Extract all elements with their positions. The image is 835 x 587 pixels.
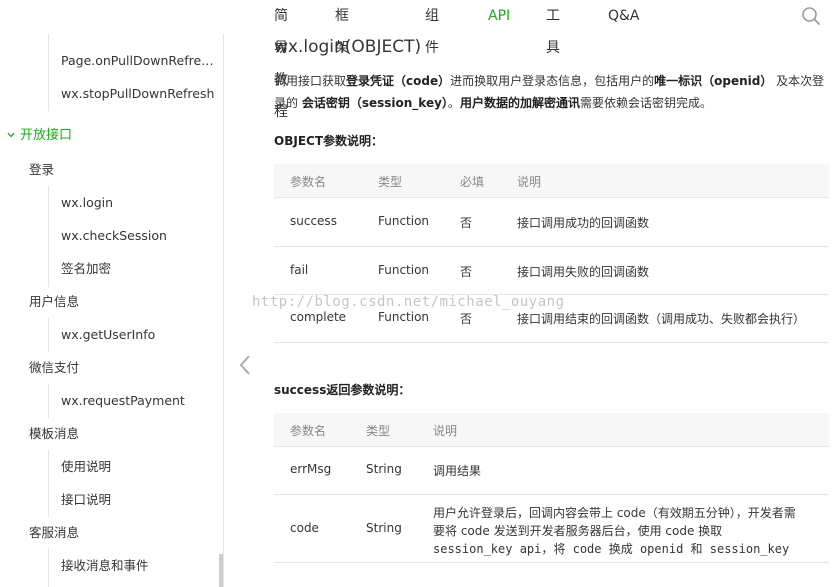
param-name: success xyxy=(290,214,337,228)
param-type: Function xyxy=(378,214,430,228)
object-params-table: 参数名 类型 必填 说明 success Function 否 接口调用成功的回… xyxy=(274,164,829,344)
param-type: String xyxy=(366,521,402,535)
param-desc-line: 要将 code 发送到开发者服务器后台，使用 code 换取 xyxy=(433,524,723,538)
header-cell: 参数名 xyxy=(290,424,327,438)
param-type: Function xyxy=(378,263,430,277)
sidebar-item-login[interactable]: 登录 xyxy=(0,153,223,186)
sidebar-item-label: wx.login xyxy=(61,195,114,210)
sidebar-item-wx-checksession[interactable]: wx.checkSession xyxy=(0,219,223,252)
sidebar-item-open-api[interactable]: 开放接口 xyxy=(0,119,223,152)
object-params-heading: OBJECT参数说明： xyxy=(274,134,384,148)
param-required: 否 xyxy=(460,312,473,326)
sidebar-item-receive-messages[interactable]: 接收消息和事件 xyxy=(0,549,223,582)
sidebar-item-label: 接收消息和事件 xyxy=(61,558,149,573)
param-name: fail xyxy=(290,263,309,277)
param-name: code xyxy=(290,521,319,535)
watermark: http://blog.csdn.net/michael_ouyang xyxy=(252,294,565,310)
sidebar: Page.onPullDownRefre… wx.stopPullDownRef… xyxy=(0,34,224,587)
header-cell: 说明 xyxy=(433,424,458,438)
sidebar-item-signature[interactable]: 签名加密 xyxy=(0,252,223,285)
param-required: 否 xyxy=(460,265,473,279)
sidebar-item-label: wx.getUserInfo xyxy=(61,327,156,342)
sidebar-item-page-onpulldownrefresh[interactable]: Page.onPullDownRefre… xyxy=(0,44,223,77)
param-type: String xyxy=(366,462,402,476)
sidebar-item-wx-stoppulldownrefresh[interactable]: wx.stopPullDownRefresh xyxy=(0,77,223,110)
header-cell: 说明 xyxy=(517,175,542,189)
sidebar-item-label: wx.requestPayment xyxy=(61,393,185,408)
page-title: wx.login(OBJECT) xyxy=(274,37,422,57)
param-name: errMsg xyxy=(290,462,332,476)
sidebar-item-label: wx.checkSession xyxy=(61,228,167,243)
param-desc-line: 用户允许登录后，回调内容会带上 code（有效期五分钟），开发者需 xyxy=(433,506,796,520)
intro-text: 。 xyxy=(447,96,460,110)
top-nav: 简易教程 框架 组件 API 工具 Q&A xyxy=(0,0,835,120)
table-header: 参数名 类型 必填 说明 xyxy=(274,164,829,198)
nav-item-qa[interactable]: Q&A xyxy=(608,0,640,32)
table-row: fail Function 否 接口调用失败的回调函数 xyxy=(274,247,829,295)
sidebar-item-label: 开放接口 xyxy=(20,128,73,143)
sidebar-item-label: 登录 xyxy=(29,162,55,177)
param-required: 否 xyxy=(460,216,473,230)
sidebar-item-label: 模板消息 xyxy=(29,426,80,441)
intro-paragraph: 调用接口获取登录凭证（code）进而换取用户登录态信息，包括用户的唯一标识（op… xyxy=(274,70,830,114)
sidebar-item-usage[interactable]: 使用说明 xyxy=(0,450,223,483)
param-type: Function xyxy=(378,310,430,324)
table-row: errMsg String 调用结果 xyxy=(274,447,829,495)
success-params-table: 参数名 类型 说明 errMsg String 调用结果 code String… xyxy=(274,413,829,563)
intro-bold: 用户数据的加解密通讯 xyxy=(459,96,580,110)
search-icon[interactable] xyxy=(801,6,821,26)
sidebar-item-label: 签名加密 xyxy=(61,261,112,276)
success-params-heading: success返回参数说明： xyxy=(274,383,411,397)
sidebar-item-wx-getuserinfo[interactable]: wx.getUserInfo xyxy=(0,318,223,351)
intro-text: 进而换取用户登录态信息，包括用户的 xyxy=(450,74,655,88)
header-cell: 参数名 xyxy=(290,175,327,189)
sidebar-item-label: 微信支付 xyxy=(29,360,80,375)
param-name: complete xyxy=(290,310,347,324)
intro-bold: 会话密钥（session_key） xyxy=(301,96,448,110)
sidebar-item-label: Page.onPullDownRefre… xyxy=(61,53,214,68)
intro-text: 需要依赖会话密钥完成。 xyxy=(579,96,712,110)
param-desc: 接口调用结束的回调函数（调用成功、失败都会执行） xyxy=(517,312,806,326)
sidebar-item-wx-requestpayment[interactable]: wx.requestPayment xyxy=(0,384,223,417)
chevron-down-icon xyxy=(7,132,15,138)
param-desc: 调用结果 xyxy=(433,464,482,478)
param-desc: 接口调用失败的回调函数 xyxy=(517,265,650,279)
intro-bold: 唯一标识（openid） xyxy=(654,74,773,88)
sidebar-item-payment[interactable]: 微信支付 xyxy=(0,351,223,384)
sidebar-item-label: 使用说明 xyxy=(61,459,112,474)
sidebar-item-api-desc[interactable]: 接口说明 xyxy=(0,483,223,516)
intro-text: 调用接口获取 xyxy=(274,74,347,88)
sidebar-item-wx-login[interactable]: wx.login xyxy=(0,186,223,219)
sidebar-item-label: 接口说明 xyxy=(61,492,112,507)
intro-bold: 登录凭证（code） xyxy=(346,74,451,88)
sidebar-scrollbar[interactable] xyxy=(219,554,223,587)
table-row: code String 用户允许登录后，回调内容会带上 code（有效期五分钟）… xyxy=(274,495,829,563)
table-header: 参数名 类型 说明 xyxy=(274,413,829,447)
header-cell: 类型 xyxy=(378,175,403,189)
sidebar-item-customer-service[interactable]: 客服消息 xyxy=(0,516,223,549)
param-desc: 接口调用成功的回调函数 xyxy=(517,216,650,230)
sidebar-item-userinfo[interactable]: 用户信息 xyxy=(0,285,223,318)
sidebar-item-template-message[interactable]: 模板消息 xyxy=(0,417,223,450)
sidebar-item-label: 客服消息 xyxy=(29,525,80,540)
nav-item-api[interactable]: API xyxy=(488,0,510,32)
header-cell: 类型 xyxy=(366,424,391,438)
sidebar-item-label: wx.stopPullDownRefresh xyxy=(61,86,215,101)
param-desc-line: session_key api，将 code 换成 openid 和 sessi… xyxy=(433,542,790,556)
table-row: success Function 否 接口调用成功的回调函数 xyxy=(274,198,829,247)
header-cell: 必填 xyxy=(460,175,485,189)
sidebar-item-label: 用户信息 xyxy=(29,294,80,309)
main-content: wx.login(OBJECT) 调用接口获取登录凭证（code）进而换取用户登… xyxy=(224,34,835,587)
